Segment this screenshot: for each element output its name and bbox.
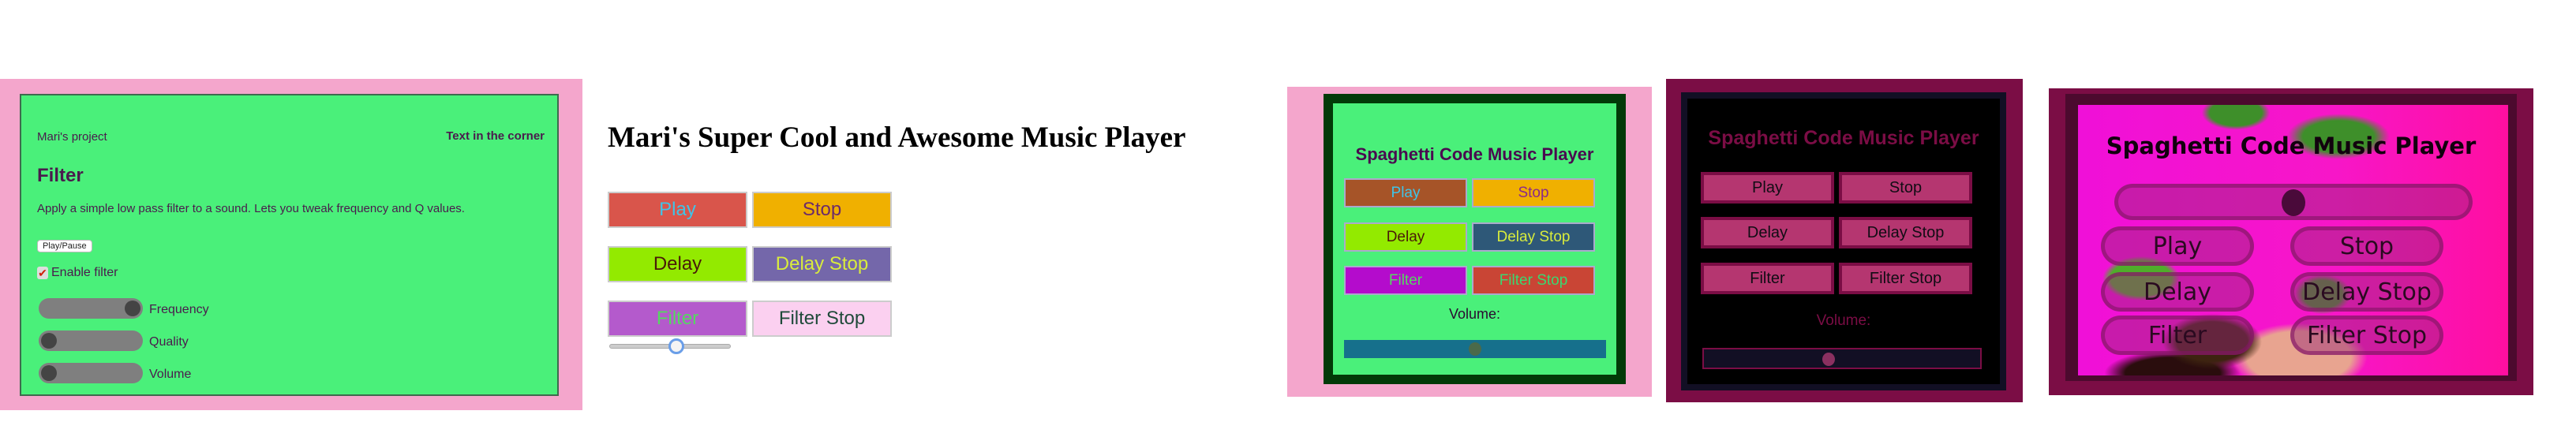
frequency-row: Frequency bbox=[39, 298, 275, 322]
stop-button[interactable]: Stop bbox=[1839, 172, 1972, 204]
description: Apply a simple low pass filter to a soun… bbox=[37, 202, 465, 215]
player-title: Mari's Super Cool and Awesome Music Play… bbox=[608, 121, 1186, 154]
slider-thumb[interactable] bbox=[1822, 353, 1836, 366]
slider-thumb[interactable] bbox=[668, 338, 685, 354]
quality-label: Quality bbox=[149, 335, 189, 349]
play-button[interactable]: Play bbox=[2101, 226, 2254, 266]
filter-stop-button[interactable]: Filter Stop bbox=[1839, 263, 1972, 294]
volume-slider[interactable] bbox=[2114, 184, 2473, 220]
player-frame: Spaghetti Code Music Player Play Stop De… bbox=[1324, 94, 1626, 384]
enable-filter-row[interactable]: ✔ Enable filter bbox=[37, 266, 118, 280]
delay-stop-button[interactable]: Delay Stop bbox=[1839, 217, 1972, 248]
project-name: Mari's project bbox=[37, 130, 107, 144]
volume-slider[interactable] bbox=[1344, 340, 1606, 358]
slider-thumb[interactable] bbox=[125, 301, 140, 316]
delay-button[interactable]: Delay bbox=[608, 246, 747, 282]
spaghetti-player-dark: Spaghetti Code Music Player Play Stop De… bbox=[1666, 79, 2023, 402]
volume-slider[interactable] bbox=[39, 363, 143, 383]
player-title: Spaghetti Code Music Player bbox=[1708, 127, 1979, 149]
delay-button[interactable]: Delay bbox=[1344, 222, 1467, 252]
volume-label: Volume: bbox=[1816, 312, 1871, 329]
quality-row: Quality bbox=[39, 331, 275, 354]
delay-stop-button[interactable]: Delay Stop bbox=[1472, 222, 1595, 252]
filter-button[interactable]: Filter bbox=[2101, 316, 2254, 355]
filter-stop-button[interactable]: Filter Stop bbox=[2290, 316, 2443, 355]
volume-row: Volume bbox=[39, 363, 275, 387]
frequency-label: Frequency bbox=[149, 303, 209, 316]
delay-button[interactable]: Delay bbox=[1701, 217, 1834, 248]
delay-button[interactable]: Delay bbox=[2101, 272, 2254, 312]
filter-button[interactable]: Filter bbox=[608, 301, 747, 337]
quality-slider[interactable] bbox=[39, 331, 143, 351]
section-heading: Filter bbox=[37, 165, 84, 186]
slider-thumb[interactable] bbox=[2282, 189, 2305, 216]
enable-filter-checkbox[interactable]: ✔ bbox=[37, 267, 48, 279]
spaghetti-player-knit: Spaghetti Code Music Player Play Stop De… bbox=[2049, 88, 2533, 395]
enable-filter-label: Enable filter bbox=[51, 266, 118, 279]
filter-button[interactable]: Filter bbox=[1344, 266, 1467, 295]
volume-slider[interactable] bbox=[609, 338, 731, 354]
spaghetti-player-green: Spaghetti Code Music Player Play Stop De… bbox=[1287, 87, 1652, 397]
slider-thumb[interactable] bbox=[41, 333, 57, 349]
filter-demo-panel: Mari's project Text in the corner Filter… bbox=[0, 79, 582, 410]
delay-stop-button[interactable]: Delay Stop bbox=[752, 246, 892, 282]
player-title: Spaghetti Code Music Player bbox=[1355, 144, 1594, 164]
play-button[interactable]: Play bbox=[608, 192, 747, 228]
slider-thumb[interactable] bbox=[1469, 342, 1481, 356]
play-button[interactable]: Play bbox=[1344, 178, 1467, 207]
corner-text: Text in the corner bbox=[446, 129, 545, 143]
play-button[interactable]: Play bbox=[1701, 172, 1834, 204]
volume-label: Volume bbox=[149, 368, 192, 381]
filter-stop-button[interactable]: Filter Stop bbox=[752, 301, 892, 337]
stop-button[interactable]: Stop bbox=[752, 192, 892, 228]
stop-button[interactable]: Stop bbox=[2290, 226, 2443, 266]
stop-button[interactable]: Stop bbox=[1472, 178, 1595, 207]
filter-stop-button[interactable]: Filter Stop bbox=[1472, 266, 1595, 295]
play-pause-button[interactable]: Play/Pause bbox=[37, 240, 92, 252]
slider-thumb[interactable] bbox=[41, 365, 57, 381]
volume-slider[interactable] bbox=[1702, 348, 1982, 369]
filter-card: Mari's project Text in the corner Filter… bbox=[20, 94, 559, 396]
player-title: Spaghetti Code Music Player bbox=[2106, 133, 2477, 159]
filter-button[interactable]: Filter bbox=[1701, 263, 1834, 294]
delay-stop-button[interactable]: Delay Stop bbox=[2290, 272, 2443, 312]
volume-label: Volume: bbox=[1448, 306, 1501, 322]
player-frame: Spaghetti Code Music Player Play Stop De… bbox=[1681, 92, 2006, 390]
frequency-slider[interactable] bbox=[39, 298, 143, 319]
